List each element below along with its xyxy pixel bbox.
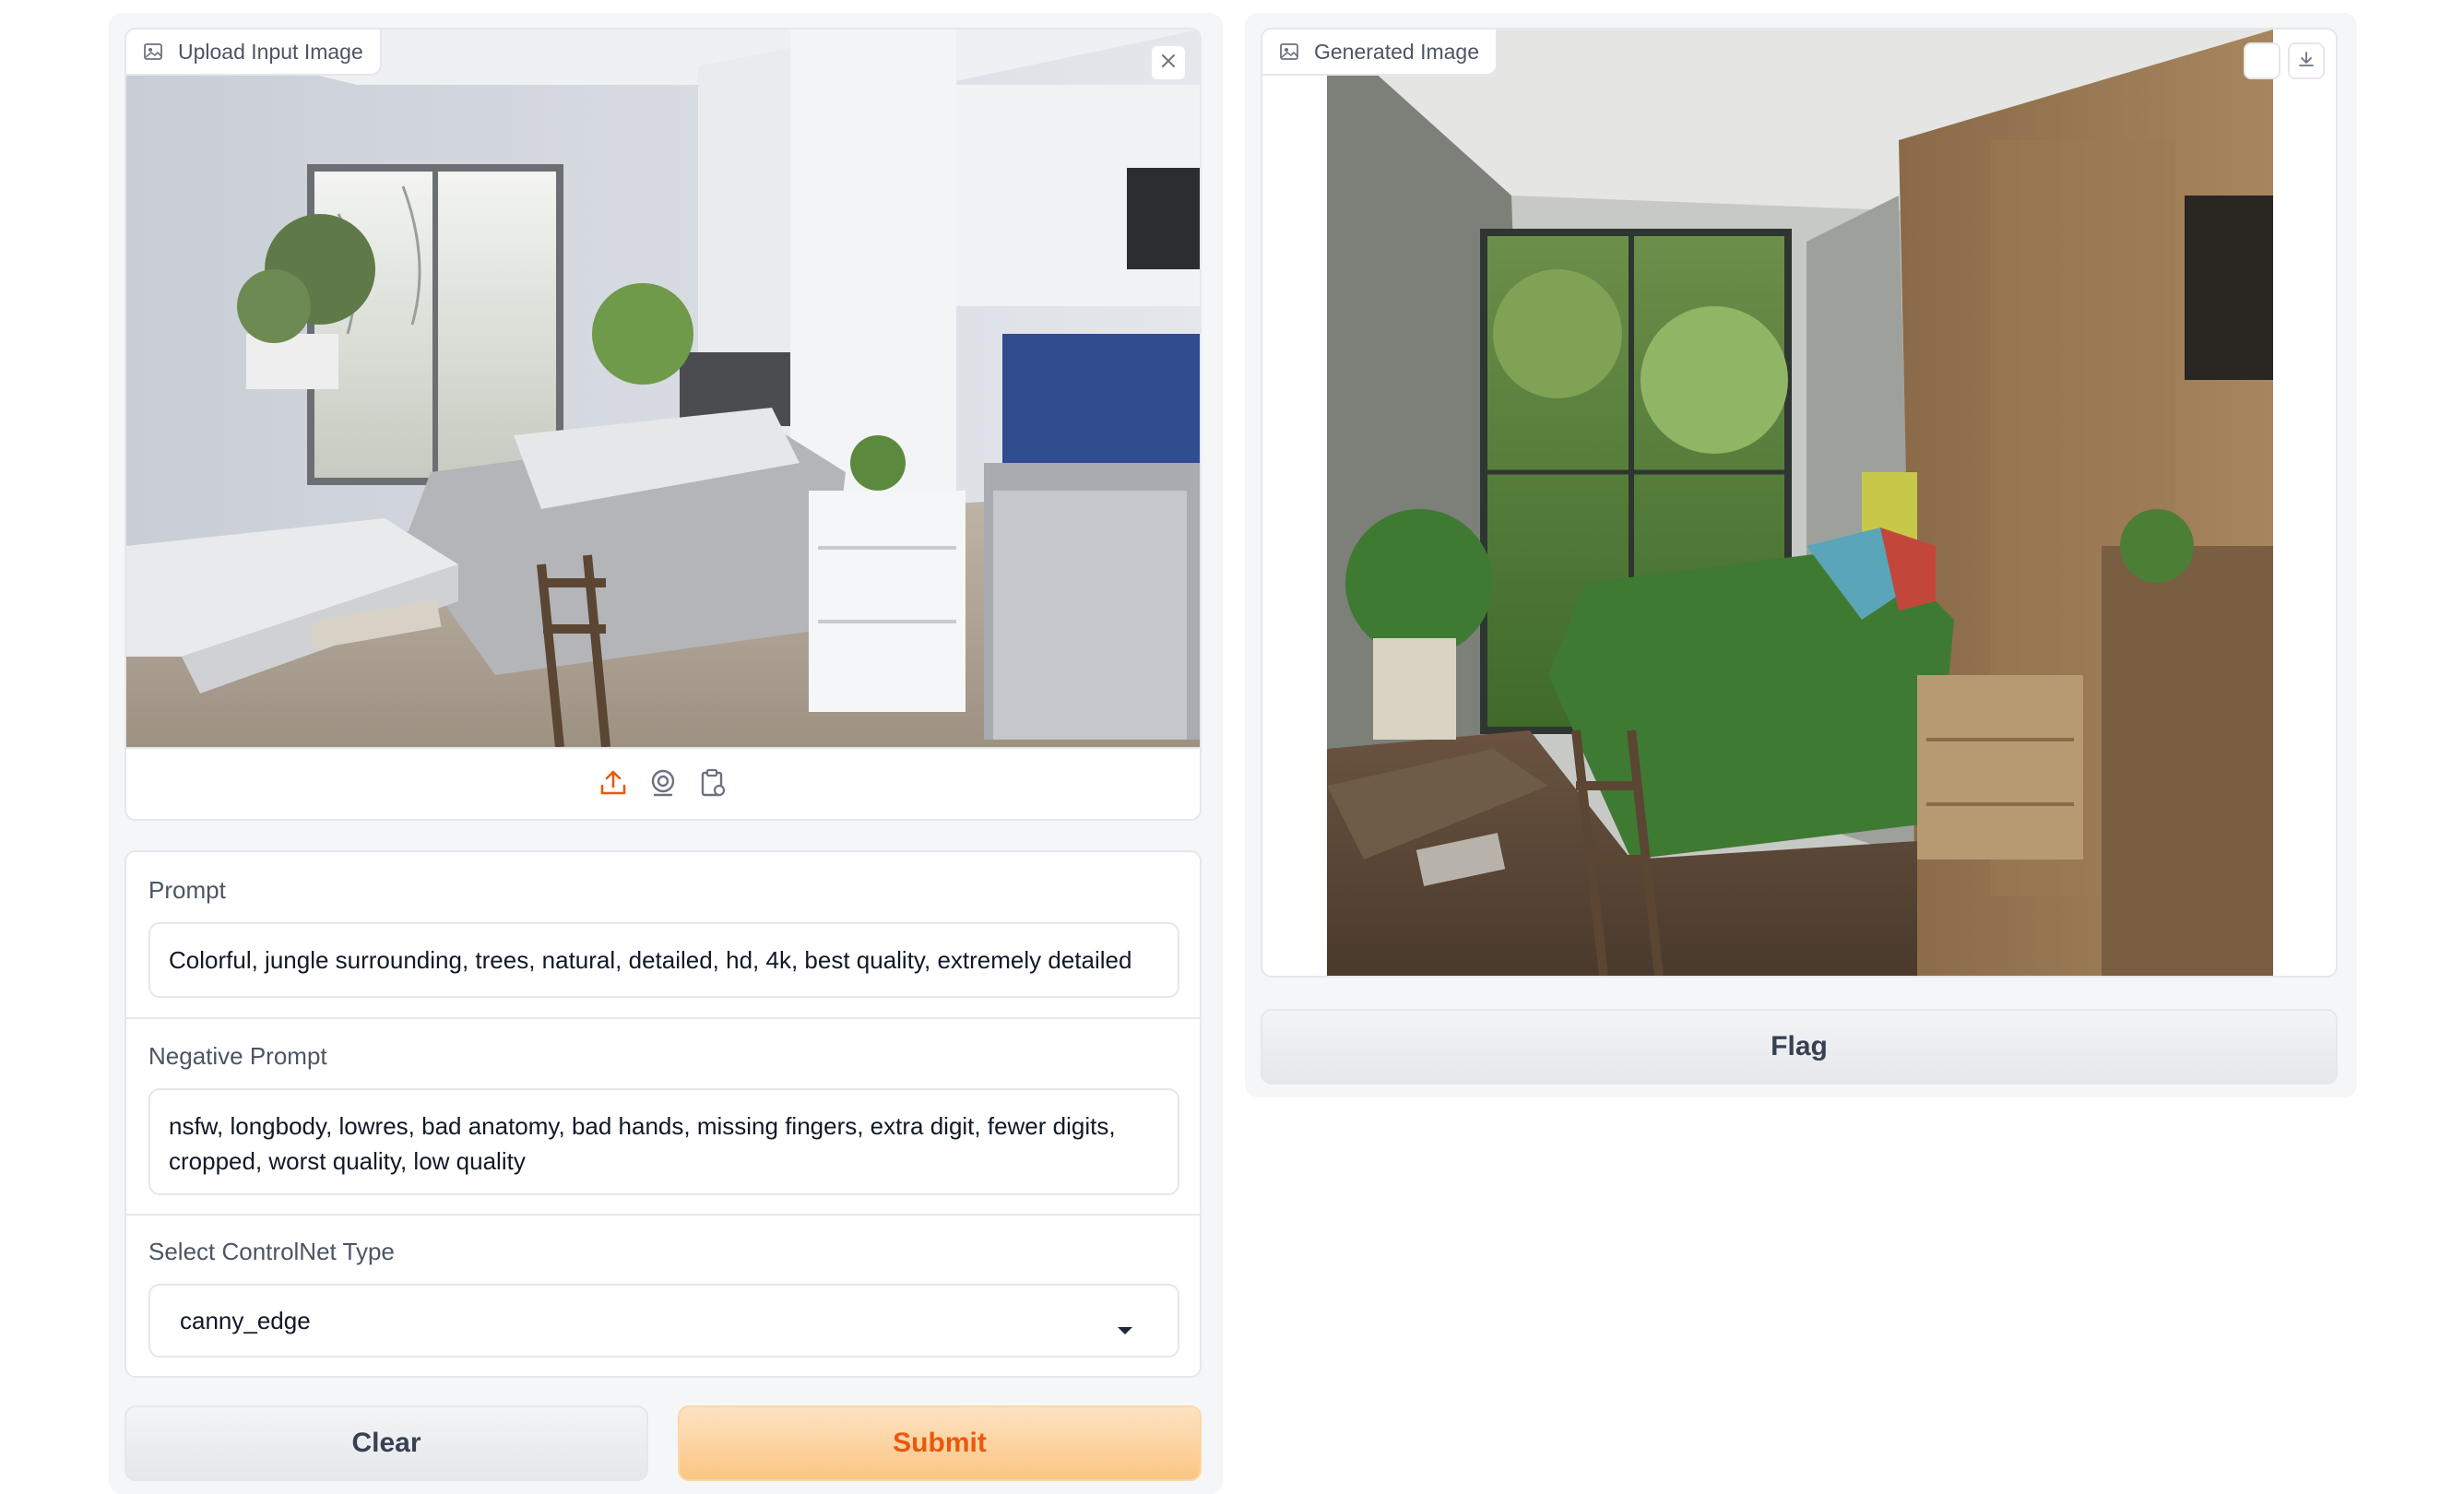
upload-image-block[interactable]: Upload Input Image [124,28,1202,821]
clipboard-icon[interactable] [697,767,729,803]
upload-image-label: Upload Input Image [178,39,363,64]
chevron-down-icon [1115,1315,1135,1344]
generated-image-block: Generated Image [1261,28,2338,978]
clear-button[interactable]: Clear [124,1405,648,1481]
input-image[interactable] [126,30,1200,747]
negative-prompt-input[interactable]: nsfw, longbody, lowres, bad anatomy, bad… [148,1088,1179,1195]
upload-icon[interactable] [598,767,629,803]
upload-source-toolbar [126,747,1200,819]
image-icon [143,42,163,62]
submit-button[interactable]: Submit [678,1405,1202,1481]
flag-button[interactable]: Flag [1261,1009,2338,1085]
generated-image [1327,30,2273,976]
prompt-label: Prompt [148,876,226,904]
form-divider [126,1214,1200,1215]
form-block: Prompt Colorful, jungle surrounding, tre… [124,850,1202,1378]
download-icon [2297,50,2316,73]
controlnet-type-select[interactable]: canny_edge [148,1284,1179,1358]
close-button[interactable] [1150,44,1187,81]
controlnet-type-value: canny_edge [180,1306,311,1334]
share-button[interactable] [2244,42,2280,79]
upload-image-label-chip: Upload Input Image [126,30,382,76]
close-icon [1160,53,1177,74]
prompt-input[interactable]: Colorful, jungle surrounding, trees, nat… [148,922,1179,998]
form-divider [126,1017,1200,1019]
controlnet-type-label: Select ControlNet Type [148,1238,395,1265]
download-button[interactable] [2288,42,2325,79]
image-icon [1279,42,1299,62]
webcam-icon[interactable] [647,767,679,803]
negative-prompt-label: Negative Prompt [148,1042,327,1070]
generated-image-label: Generated Image [1314,39,1480,64]
generated-image-label-chip: Generated Image [1262,30,1499,76]
